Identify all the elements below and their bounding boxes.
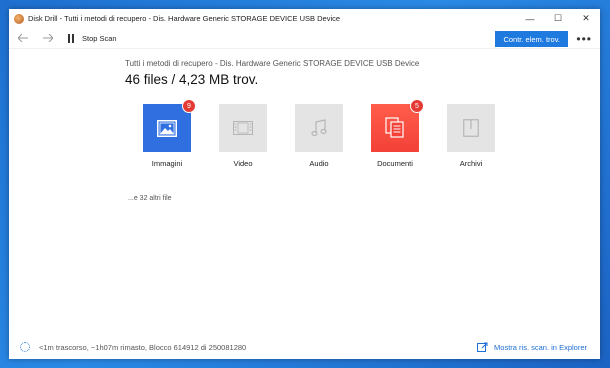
music-note-icon xyxy=(311,119,327,137)
forward-arrow-icon[interactable] xyxy=(40,30,56,46)
category-video[interactable]: Video xyxy=(205,104,281,168)
scan-summary: Tutti i metodi di recupero - Dis. Hardwa… xyxy=(125,59,419,87)
title-bar: Disk Drill - Tutti i metodi di recupero … xyxy=(9,9,600,28)
close-button[interactable]: ✕ xyxy=(572,9,600,28)
archives-tile[interactable] xyxy=(447,104,495,152)
category-label: Immagini xyxy=(151,159,183,168)
archive-icon xyxy=(463,119,479,137)
status-bar: <1m trascorso, ~1h07m rimasto, Blocco 61… xyxy=(9,335,600,359)
film-icon xyxy=(233,121,253,135)
image-icon xyxy=(157,119,177,137)
documents-count-badge: 5 xyxy=(410,99,424,113)
file-categories: 9 Immagini Video Audio 5 Documenti Archi… xyxy=(129,99,509,168)
window-controls: — ☐ ✕ xyxy=(516,9,600,28)
images-tile[interactable]: 9 xyxy=(143,99,196,152)
documents-tile[interactable]: 5 xyxy=(371,99,424,152)
documents-icon xyxy=(385,117,404,138)
category-label: Archivi xyxy=(459,159,483,168)
back-arrow-icon[interactable] xyxy=(15,30,31,46)
scan-headline: 46 files / 4,23 MB trov. xyxy=(125,72,259,87)
disk-drill-app-icon xyxy=(14,13,24,24)
show-in-explorer-link[interactable]: Mostra ris. scan. in Explorer xyxy=(477,342,587,352)
show-in-explorer-label: Mostra ris. scan. in Explorer xyxy=(494,342,587,352)
app-window: Disk Drill - Tutti i metodi di recupero … xyxy=(9,9,600,359)
review-found-items-button[interactable]: Contr. elem. trov. xyxy=(495,31,568,47)
images-count-badge: 9 xyxy=(182,99,196,113)
window-title: Disk Drill - Tutti i metodi di recupero … xyxy=(28,14,341,23)
progress-spinner-icon xyxy=(20,342,30,352)
scan-subtitle: Tutti i metodi di recupero - Dis. Hardwa… xyxy=(125,59,420,68)
category-label: Documenti xyxy=(377,159,413,168)
more-options-icon[interactable]: ••• xyxy=(576,31,592,47)
maximize-button[interactable]: ☐ xyxy=(544,9,572,28)
more-files-link[interactable]: ...e 32 altri file xyxy=(128,195,172,202)
pause-icon[interactable] xyxy=(68,33,74,43)
stop-scan-button[interactable]: Stop Scan xyxy=(82,34,117,43)
category-label: Video xyxy=(233,159,253,168)
category-archives[interactable]: Archivi xyxy=(433,104,509,168)
category-label: Audio xyxy=(309,159,329,168)
category-audio[interactable]: Audio xyxy=(281,104,357,168)
external-link-icon xyxy=(477,342,488,352)
video-tile[interactable] xyxy=(219,104,267,152)
audio-tile[interactable] xyxy=(295,104,343,152)
toolbar: Stop Scan Contr. elem. trov. ••• xyxy=(9,28,600,49)
minimize-button[interactable]: — xyxy=(516,9,544,28)
category-documents[interactable]: 5 Documenti xyxy=(357,99,433,168)
scan-progress-text: <1m trascorso, ~1h07m rimasto, Blocco 61… xyxy=(39,342,247,352)
category-images[interactable]: 9 Immagini xyxy=(129,99,205,168)
